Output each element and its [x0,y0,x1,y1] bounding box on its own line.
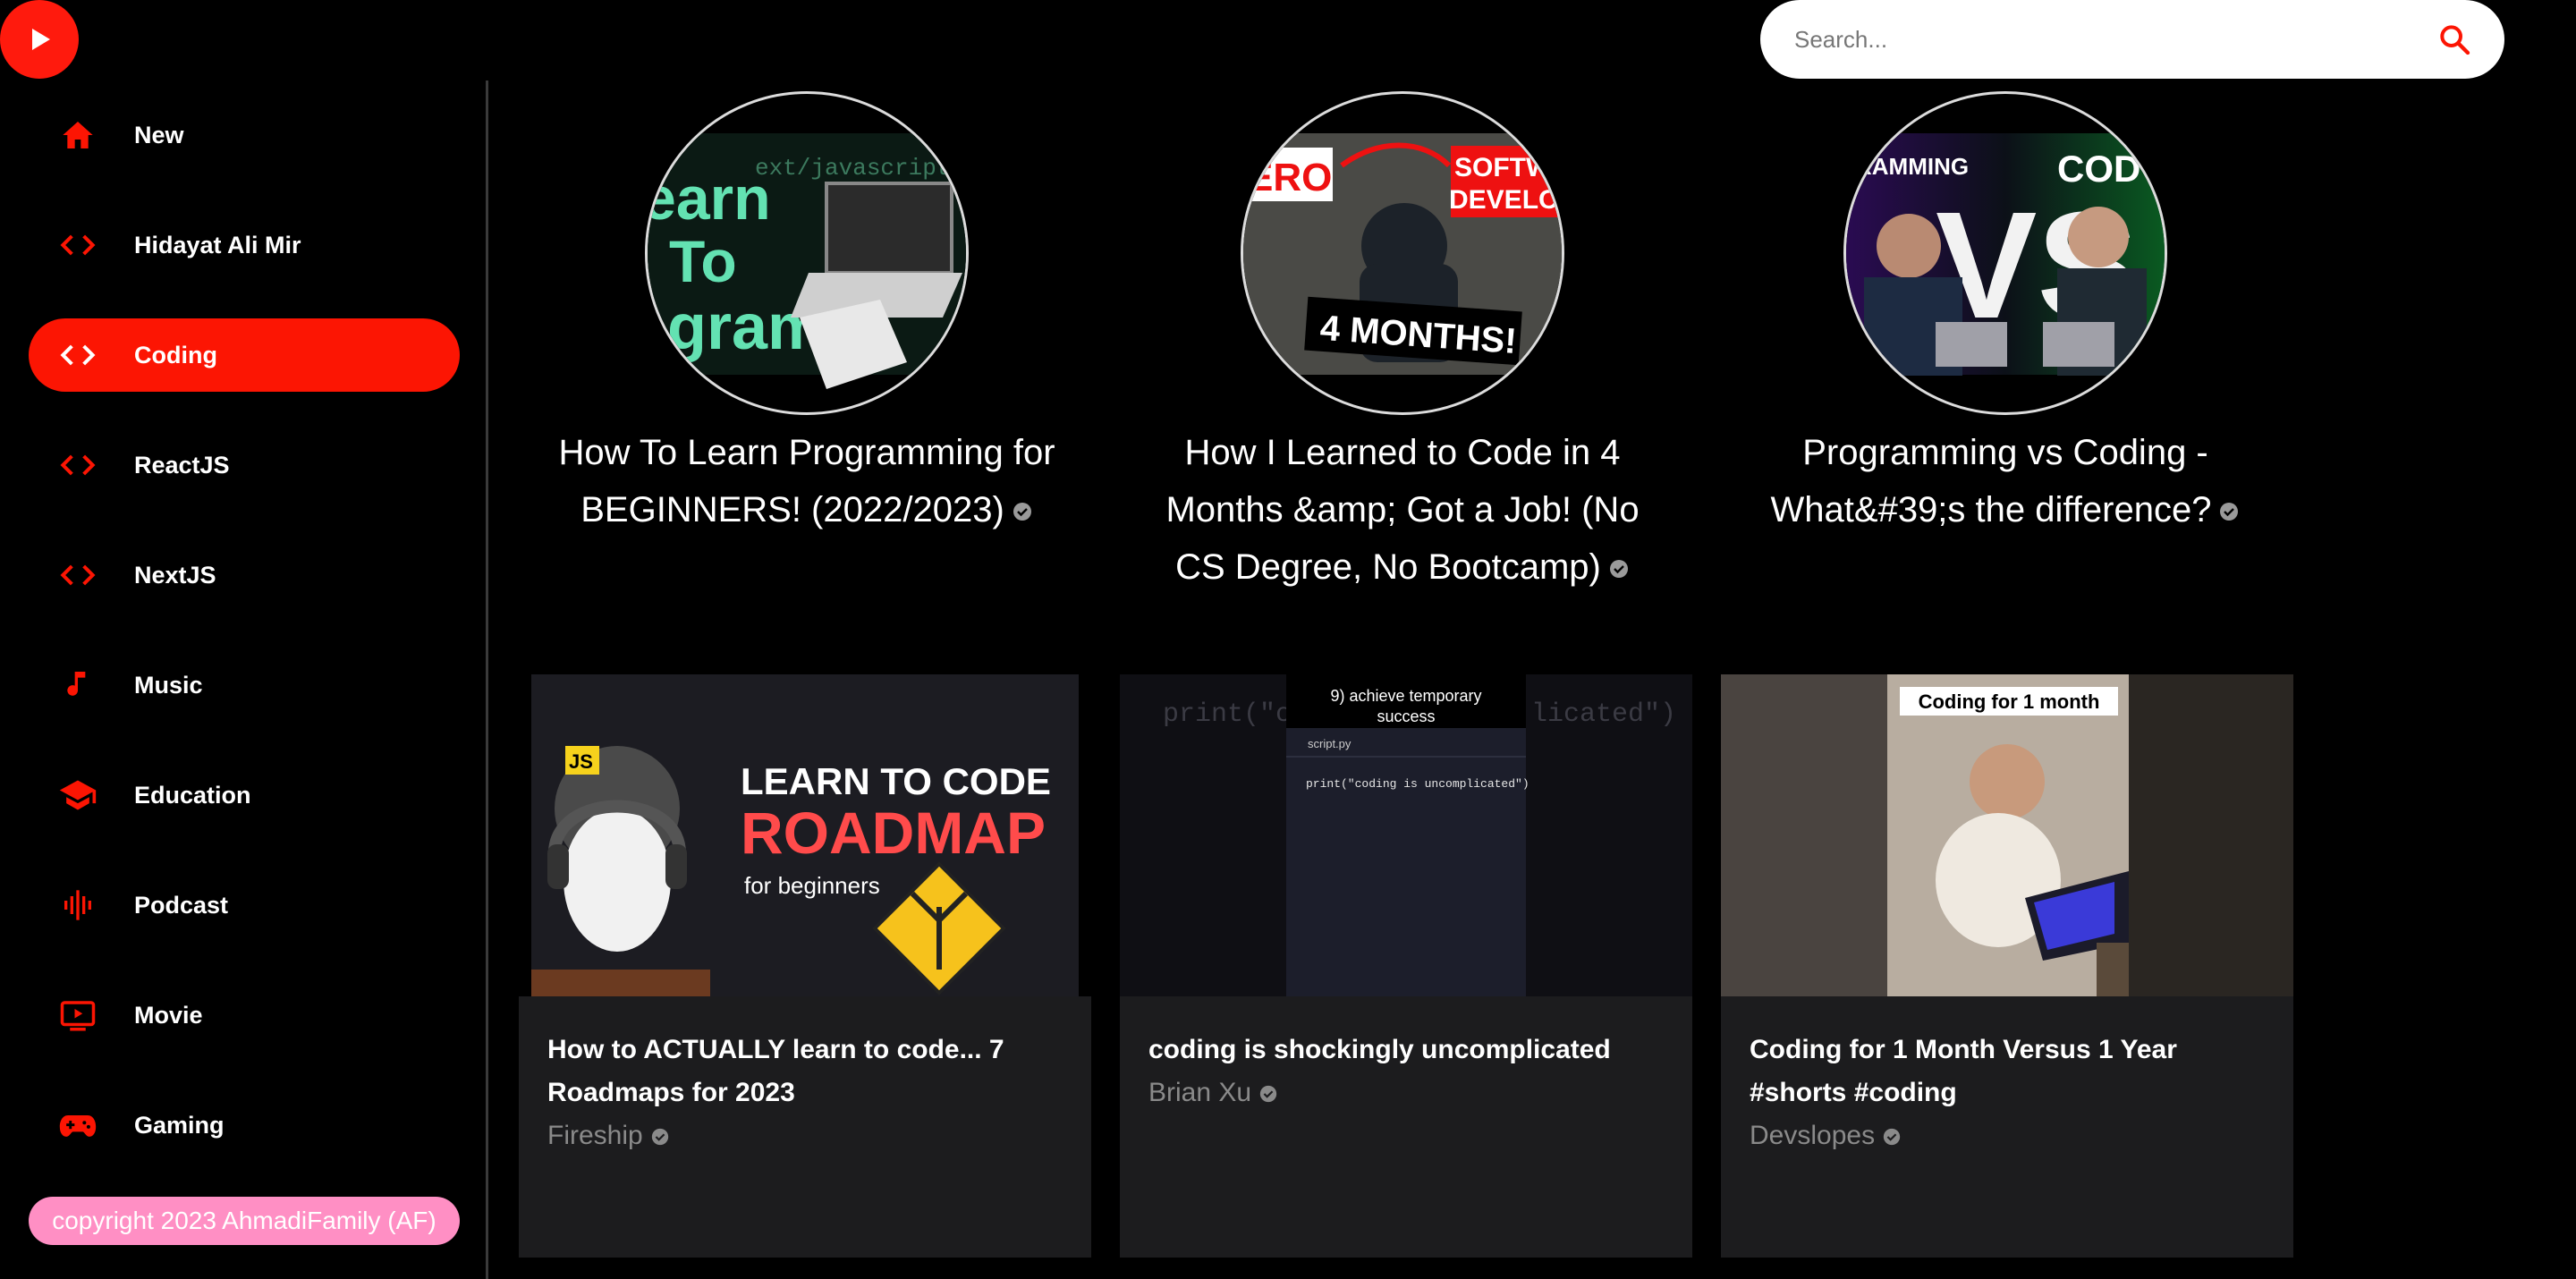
thumb-text: print("coding is uncomplicated") [1306,777,1530,791]
sidebar-item-label: Music [134,671,203,699]
video-thumbnail: print("c licated") 9) achieve temporary … [1120,674,1692,996]
thumb-text: print("c [1163,699,1292,730]
search-bar [1760,0,2504,79]
channel-thumbnail: earn To ogram ext/javascript [645,91,969,415]
channel-thumbnail: ERO SOFTW DEVELO 4 MONTHS! [1241,91,1564,415]
copyright-badge: copyright 2023 AhmadiFamily (AF) [29,1197,460,1245]
sidebar-item-reactjs[interactable]: ReactJS [29,428,460,502]
sidebar-item-music[interactable]: Music [29,648,460,722]
search-icon [2440,25,2470,55]
thumb-text: success [1377,707,1435,725]
channel-card[interactable]: ERO SOFTW DEVELO 4 MONTHS! How I Learned… [1143,91,1662,596]
sidebar-item-gaming[interactable]: Gaming [29,1088,460,1162]
thumb-text: licated") [1531,699,1676,730]
channel-title: How To Learn Programming for BEGINNERS! … [558,433,1055,529]
thumb-text: ext/javascript [755,155,950,182]
thumb-text: 9) achieve temporary [1330,687,1481,705]
verified-check-icon [651,1128,668,1146]
video-channel[interactable]: Devslopes [1750,1114,2265,1157]
video-card[interactable]: JS LEARN TO CODE ROADMAP for beginners H… [519,674,1091,1258]
channel-thumbnail: RAMMING COD VS [1843,91,2167,415]
video-channel[interactable]: Fireship [547,1114,1063,1157]
sidebar-item-label: Coding [134,341,217,368]
sidebar-item-label: Podcast [134,891,229,919]
thumb-text: SOFTW [1454,153,1552,182]
sidebar-item-coding[interactable]: Coding [29,318,460,392]
gamepad-icon [55,1103,100,1148]
video-title: Coding for 1 Month Versus 1 Year #shorts… [1750,1035,2177,1107]
verified-check-icon [1883,1128,1901,1146]
sidebar-item-label: Education [134,781,251,809]
search-input[interactable] [1792,24,2435,55]
sidebar-item-nextjs[interactable]: NextJS [29,538,460,612]
search-button[interactable] [2435,20,2474,59]
ondemand-video-icon [55,993,100,1038]
thumb-text: ERO [1247,156,1332,199]
home-icon [55,113,100,157]
video-thumbnail: Coding for 1 month [1721,674,2293,996]
sidebar-item-label: NextJS [134,561,216,589]
thumb-text: for beginners [744,872,880,899]
channel-title: How I Learned to Code in 4 Months &amp; … [1165,433,1640,587]
thumb-text: JS [569,750,593,773]
podcast-icon [55,883,100,927]
sidebar-item-label: Gaming [134,1111,225,1139]
sidebar-item-label: New [134,121,184,148]
sidebar: New Hidayat Ali Mir Coding ReactJS NextJ… [0,80,488,1279]
video-channel[interactable]: Brian Xu [1148,1071,1664,1114]
video-thumbnail: JS LEARN TO CODE ROADMAP for beginners [519,674,1091,996]
thumb-text: DEVELO [1449,185,1559,215]
thumb-text: RAMMING [1855,153,1969,180]
video-title: coding is shockingly uncomplicated [1148,1035,1611,1064]
sidebar-item-education[interactable]: Education [29,758,460,832]
play-icon [32,29,50,50]
thumb-text: LEARN TO CODE [741,760,1051,802]
video-card[interactable]: print("c licated") 9) achieve temporary … [1120,674,1692,1258]
thumb-text: ROADMAP [741,800,1046,866]
thumb-text: Coding for 1 month [1919,690,2100,713]
sidebar-item-hidayat-ali-mir[interactable]: Hidayat Ali Mir [29,208,460,282]
code-icon [55,443,100,487]
code-icon [55,553,100,597]
video-card[interactable]: Coding for 1 month Coding for 1 Month Ve… [1721,674,2293,1258]
verified-check-icon [2220,503,2239,521]
sidebar-item-podcast[interactable]: Podcast [29,868,460,942]
video-title: How to ACTUALLY learn to code... 7 Roadm… [547,1035,1004,1107]
channel-card[interactable]: earn To ogram ext/javascript How To Lear… [547,91,1066,538]
verified-check-icon [1609,560,1628,579]
sidebar-item-label: Movie [134,1001,203,1029]
music-note-icon [55,663,100,707]
verified-check-icon [1013,503,1031,521]
sidebar-item-label: ReactJS [134,451,230,479]
sidebar-item-new[interactable]: New [29,98,460,172]
channel-title: Programming vs Coding - What&#39;s the d… [1746,424,2265,538]
channel-card[interactable]: RAMMING COD VS Programming vs Coding - W… [1746,91,2265,538]
thumb-text: earn [648,165,771,233]
sidebar-item-movie[interactable]: Movie [29,978,460,1052]
code-icon [55,223,100,267]
youtube-logo[interactable] [0,0,79,79]
verified-check-icon [1259,1085,1277,1103]
thumb-text: script.py [1308,737,1352,750]
graduation-cap-icon [55,773,100,817]
code-icon [55,333,100,377]
thumb-text: To [669,228,737,294]
sidebar-item-label: Hidayat Ali Mir [134,231,301,258]
